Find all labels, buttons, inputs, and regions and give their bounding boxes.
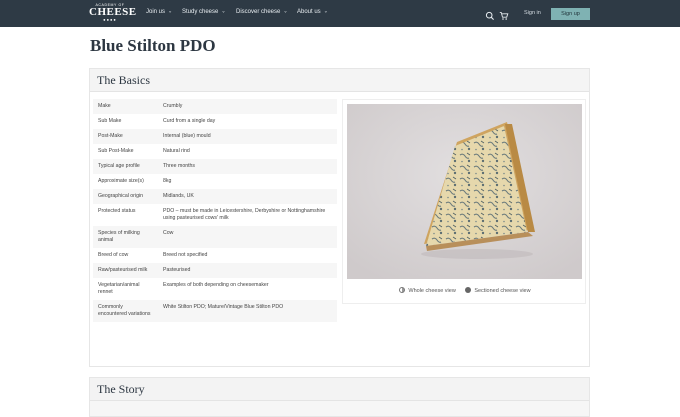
table-row: Sub Post-Make Natural rind [93, 144, 337, 159]
table-row: Species of milking animal Cow [93, 226, 337, 248]
attribute-label: Commonly encountered variations [93, 300, 158, 322]
half-circle-icon [399, 287, 406, 293]
attribute-value: Crumbly [158, 99, 337, 114]
stilton-wedge-image [347, 104, 582, 279]
sign-in-link[interactable]: Sign in [524, 10, 541, 16]
chevron-down-icon: ⌄ [323, 8, 328, 15]
table-row: Make Crumbly [93, 99, 337, 114]
search-icon[interactable] [485, 8, 495, 20]
sectioned-cheese-view-option[interactable]: Sectioned cheese view [465, 287, 531, 294]
sign-up-button[interactable]: Sign up [551, 8, 590, 20]
nav-join-us[interactable]: Join us ⌄ [146, 8, 173, 16]
attribute-label: Sub Make [98, 118, 122, 124]
attribute-label: Post-Make [93, 129, 158, 144]
attribute-label: Geographical origin [93, 189, 158, 204]
nav-study-cheese[interactable]: Study cheese ⌄ [182, 8, 226, 16]
attribute-label: Protected status [98, 208, 136, 214]
chevron-down-icon: ⌄ [221, 8, 226, 15]
attribute-label: Approximate size(s) [98, 178, 144, 184]
top-navigation-bar: ACADEMY OF CHEESE ●●●● Join us ⌄ Study ch… [0, 0, 680, 27]
attribute-label: Raw/pasteurised milk [93, 263, 158, 278]
academy-of-cheese-logo[interactable]: ACADEMY OF CHEESE ●●●● [89, 3, 136, 24]
page-title: Blue Stilton PDO [90, 36, 216, 55]
attribute-value: Three months [158, 159, 337, 174]
attribute-value: Pasteurised [158, 263, 337, 278]
attribute-value: Breed not specified [163, 252, 208, 258]
attribute-value: Examples of both depending on cheesemake… [163, 282, 269, 288]
cart-icon[interactable] [499, 8, 509, 20]
attribute-label: Species of milking animal [93, 226, 158, 248]
attribute-value: PDO – must be made in Leicestershire, De… [163, 208, 326, 221]
attribute-value: 8kg [163, 178, 172, 184]
view-toggle: Whole cheese view Sectioned cheese view [343, 287, 587, 294]
table-row: Raw/pasteurised milk Pasteurised [93, 263, 337, 278]
chevron-down-icon: ⌄ [168, 8, 173, 15]
attribute-label: Vegetarian/animal rennet [98, 282, 140, 295]
nav-discover-cheese[interactable]: Discover cheese ⌄ [236, 8, 288, 16]
filled-circle-icon [465, 287, 472, 293]
cheese-attributes-table: Make Crumbly Sub Make Curd from a single da… [93, 99, 337, 322]
cheese-image-card: Whole cheese view Sectioned cheese view [342, 99, 586, 304]
attribute-label: Breed of cow [98, 252, 129, 258]
attribute-label: Typical age profile [93, 159, 158, 174]
attribute-value: Curd from a single day [163, 118, 216, 124]
basics-heading: The Basics [90, 69, 589, 92]
attribute-value: Natural rind [163, 148, 190, 154]
attribute-value: Cow [158, 226, 337, 248]
story-heading: The Story [90, 378, 589, 401]
basics-section: The Basics Make Crumbly Sub Make Curd from … [89, 68, 590, 367]
table-row: Post-Make Internal (blue) mould [93, 129, 337, 144]
table-row: Sub Make Curd from a single day [93, 114, 337, 129]
whole-cheese-view-option[interactable]: Whole cheese view [399, 287, 456, 294]
chevron-down-icon: ⌄ [283, 8, 288, 15]
attribute-value: Midlands, UK [158, 189, 337, 204]
table-row: Geographical origin Midlands, UK [93, 189, 337, 204]
table-row: Approximate size(s) 8kg [93, 174, 337, 189]
nav-about-us[interactable]: About us ⌄ [297, 8, 328, 16]
table-row: Vegetarian/animal rennet Examples of both… [93, 278, 337, 300]
table-row: Breed of cow Breed not specified [93, 248, 337, 263]
table-row: Commonly encountered variations White Sti… [93, 300, 337, 322]
table-row: Typical age profile Three months [93, 159, 337, 174]
story-section: The Story [89, 377, 590, 417]
attribute-label: Sub Post-Make [98, 148, 134, 154]
attribute-value: Internal (blue) mould [158, 129, 337, 144]
table-row: Protected status PDO – must be made in Le… [93, 204, 337, 226]
attribute-value: White Stilton PDO; Mature/Vintage Blue S… [158, 300, 337, 322]
attribute-label: Make [93, 99, 158, 114]
